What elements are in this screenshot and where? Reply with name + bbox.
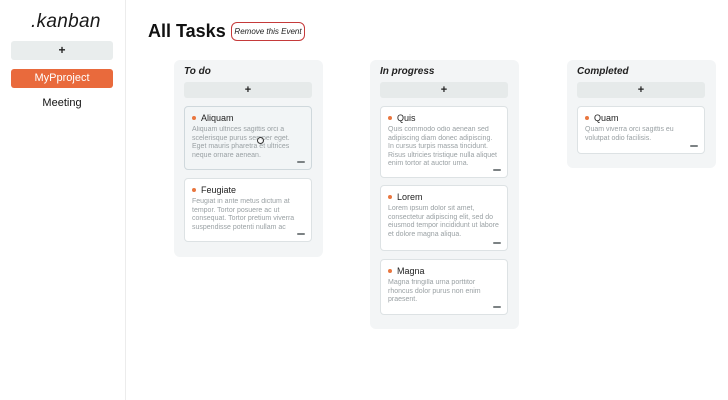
- sidebar-item-myproject[interactable]: MyPproject: [11, 69, 113, 88]
- add-card-button[interactable]: +: [380, 82, 508, 98]
- mouse-cursor-icon: [257, 137, 264, 144]
- app-root: .kanban + MyPproject Meeting All Tasks R…: [0, 0, 728, 400]
- remove-card-icon[interactable]: [493, 169, 501, 171]
- task-card[interactable]: Feugiate Feugiat in ante metus dictum at…: [184, 178, 312, 242]
- task-card[interactable]: Lorem Lorem ipsum dolor sit amet, consec…: [380, 185, 508, 251]
- app-logo: .kanban: [31, 11, 101, 32]
- sidebar-item-meeting[interactable]: Meeting: [11, 94, 113, 113]
- column-in-progress: In progress + Quis Quis commodo odio aen…: [370, 60, 519, 329]
- column-todo: To do + Aliquam Aliquam ultrices sagitti…: [174, 60, 323, 257]
- sidebar: .kanban + MyPproject Meeting: [0, 0, 126, 400]
- task-card[interactable]: Quis Quis commodo odio aenean sed adipis…: [380, 106, 508, 178]
- add-card-button[interactable]: +: [184, 82, 312, 98]
- status-dot: [388, 195, 392, 199]
- status-dot: [388, 116, 392, 120]
- remove-event-button[interactable]: Remove this Event: [231, 22, 305, 41]
- page-title: All Tasks: [148, 21, 226, 41]
- card-body: Quis commodo odio aenean sed adipiscing …: [388, 126, 497, 167]
- status-dot: [192, 116, 196, 120]
- remove-card-icon[interactable]: [297, 161, 305, 163]
- card-body: Lorem ipsum dolor sit amet, consectetur …: [388, 205, 499, 238]
- card-title: Lorem: [397, 192, 423, 202]
- card-body: Magna fringilla urna porttitor rhoncus d…: [388, 279, 481, 303]
- card-body: Aliquam ultrices sagittis orci a sceleri…: [192, 126, 290, 159]
- add-card-button[interactable]: +: [577, 82, 705, 98]
- status-dot: [192, 188, 196, 192]
- add-project-button[interactable]: +: [11, 41, 113, 60]
- remove-card-icon[interactable]: [493, 306, 501, 308]
- status-dot: [585, 116, 589, 120]
- remove-card-icon[interactable]: [493, 242, 501, 244]
- column-title: To do: [184, 66, 211, 77]
- card-title: Aliquam: [201, 113, 234, 123]
- card-title: Feugiate: [201, 185, 237, 195]
- column-completed: Completed + Quam Quam viverra orci sagit…: [567, 60, 716, 168]
- column-title: In progress: [380, 66, 435, 77]
- task-card[interactable]: Magna Magna fringilla urna porttitor rho…: [380, 259, 508, 315]
- card-body: Quam viverra orci sagittis eu volutpat o…: [585, 126, 674, 142]
- card-title: Magna: [397, 266, 425, 276]
- card-body: Feugiat in ante metus dictum at tempor. …: [192, 198, 295, 231]
- task-card[interactable]: Aliquam Aliquam ultrices sagittis orci a…: [184, 106, 312, 170]
- card-title: Quis: [397, 113, 416, 123]
- status-dot: [388, 269, 392, 273]
- card-title: Quam: [594, 113, 619, 123]
- column-title: Completed: [577, 66, 629, 77]
- task-card[interactable]: Quam Quam viverra orci sagittis eu volut…: [577, 106, 705, 154]
- remove-card-icon[interactable]: [690, 145, 698, 147]
- remove-card-icon[interactable]: [297, 233, 305, 235]
